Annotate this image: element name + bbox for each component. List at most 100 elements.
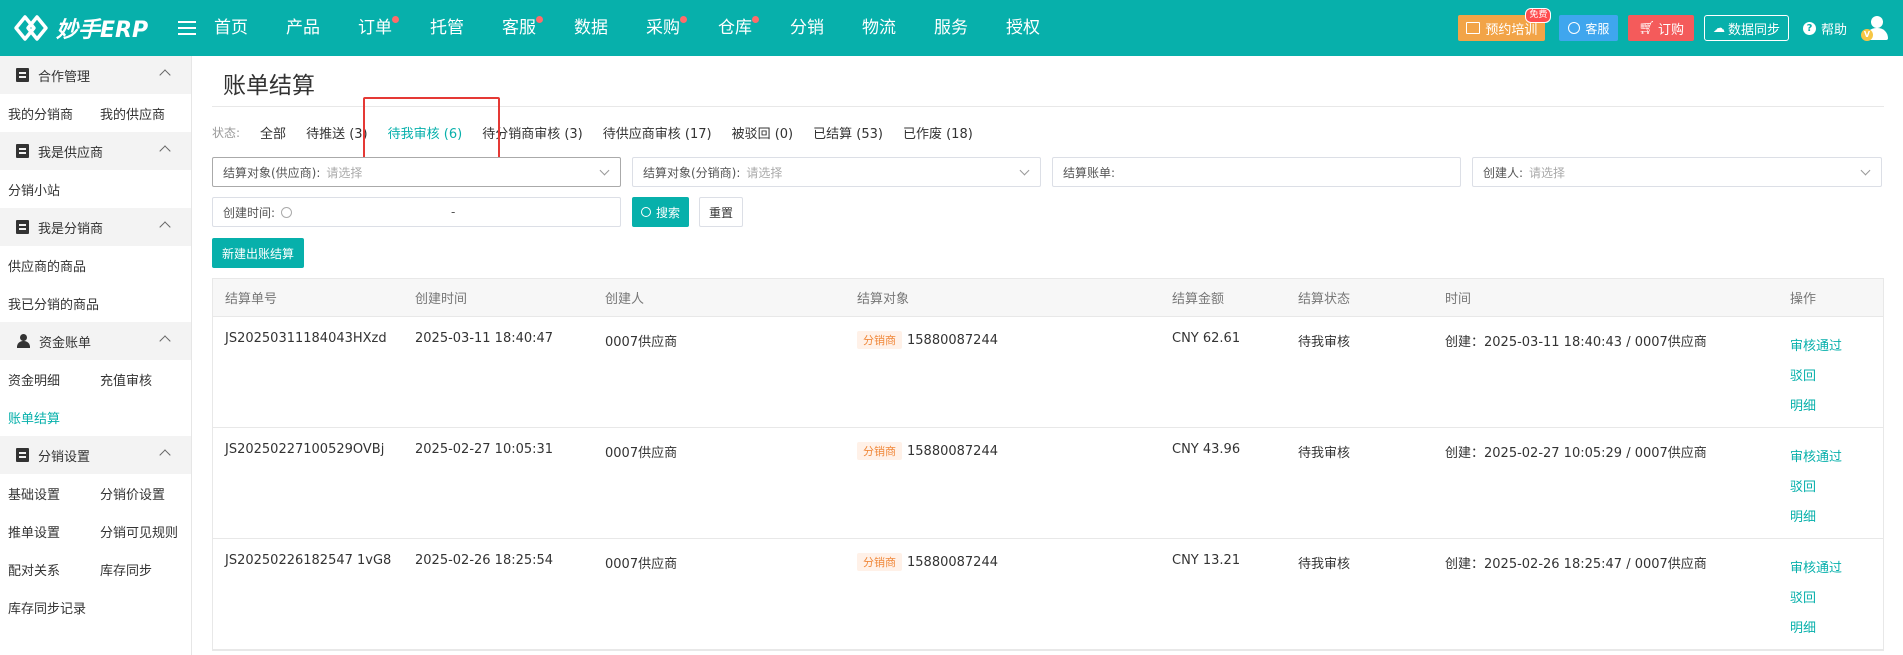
nav-item-3[interactable]: 托管	[411, 0, 483, 56]
sidebar-item-stock-sync-log[interactable]: 库存同步记录	[0, 598, 92, 617]
chevron-up-icon	[159, 69, 171, 81]
data-sync-button[interactable]: ☁ 数据同步	[1703, 15, 1789, 41]
nav-item-4[interactable]: 客服	[483, 0, 555, 56]
nav-item-label: 托管	[430, 18, 464, 38]
nav-item-10[interactable]: 服务	[915, 0, 987, 56]
status-tab-pending-supplier-review[interactable]: 待供应商审核 (17)	[603, 123, 712, 142]
cell-time: 创建：2025-02-27 10:05:29 / 0007供应商	[1445, 446, 1707, 461]
approve-link[interactable]: 审核通过	[1790, 446, 1883, 476]
sidebar-group-funds-bills[interactable]: 资金账单	[0, 322, 191, 360]
nav-item-0[interactable]: 首页	[204, 0, 267, 56]
nav-item-5[interactable]: 数据	[555, 0, 627, 56]
menu-toggle-button[interactable]	[170, 0, 204, 56]
status-tab-voided[interactable]: 已作废 (18)	[903, 123, 973, 142]
sidebar-group-cooperation[interactable]: 合作管理	[0, 56, 191, 94]
cell-bill-no: JS20250226182547 1vG8	[225, 553, 392, 568]
range-separator: -	[451, 205, 456, 219]
nav-item-6[interactable]: 采购	[627, 0, 699, 56]
app-logo[interactable]: 妙手ERP	[0, 11, 170, 45]
sidebar-item-bill-settlement[interactable]: 账单结算	[0, 408, 92, 427]
customer-service-button[interactable]: 客服	[1559, 15, 1619, 41]
approve-link[interactable]: 审核通过	[1790, 335, 1883, 365]
sidebar-item-visibility-rules[interactable]: 分销可见规则	[92, 522, 184, 541]
reject-link[interactable]: 驳回	[1790, 476, 1883, 506]
nav-item-11[interactable]: 授权	[987, 0, 1059, 56]
reject-link[interactable]: 驳回	[1790, 587, 1883, 617]
reset-button[interactable]: 重置	[699, 197, 744, 227]
sidebar-item-supplier-products[interactable]: 供应商的商品	[0, 256, 180, 275]
sidebar-item-basic-settings[interactable]: 基础设置	[0, 484, 92, 503]
training-button[interactable]: 预约培训 免费	[1458, 8, 1552, 41]
details-link[interactable]: 明细	[1790, 617, 1883, 647]
customer-service-label: 客服	[1585, 21, 1610, 36]
status-tab-pending-push[interactable]: 待推送 (3)	[306, 123, 368, 142]
help-link[interactable]: ? 帮助	[1802, 19, 1847, 38]
sidebar-item-pairing[interactable]: 配对关系	[0, 560, 92, 579]
chevron-down-icon	[1860, 165, 1871, 176]
status-tab-pending-my-review[interactable]: 待我审核 (6)	[388, 123, 463, 142]
sidebar-item-my-suppliers[interactable]: 我的供应商	[92, 104, 184, 123]
details-link[interactable]: 明细	[1790, 506, 1883, 536]
cell-creator: 0007供应商	[605, 446, 678, 461]
search-button[interactable]: 搜索	[632, 197, 690, 227]
table-row: JS20250227100529OVBj 2025-02-27 10:05:31 0…	[213, 428, 1883, 539]
order-button[interactable]: 🛒︎ 订购	[1628, 15, 1694, 41]
target-value: 15880087244	[907, 444, 998, 459]
supplier-select-placeholder: 请选择	[326, 165, 363, 180]
nav-item-1[interactable]: 产品	[267, 0, 339, 56]
sidebar-item-my-distributed-products[interactable]: 我已分销的商品	[0, 294, 180, 313]
cell-target: 分销商 15880087244	[845, 317, 1160, 427]
nav-item-7[interactable]: 仓库	[699, 0, 771, 56]
chat-icon	[1466, 22, 1481, 34]
nav-item-label: 采购	[646, 18, 680, 38]
new-settlement-button[interactable]: 新建出账结算	[212, 238, 305, 268]
reject-link[interactable]: 驳回	[1790, 365, 1883, 395]
sidebar-item-price-settings[interactable]: 分销价设置	[92, 484, 184, 503]
nav-item-9[interactable]: 物流	[843, 0, 915, 56]
sidebar-item-stock-sync[interactable]: 库存同步	[92, 560, 184, 579]
vip-icon: V	[1861, 29, 1873, 41]
column-header-amount: 结算金额	[1172, 292, 1225, 307]
sidebar-item-distribution-station[interactable]: 分销小站	[0, 180, 92, 199]
cell-status: 待我审核	[1298, 446, 1351, 461]
creator-select[interactable]: 创建人: 请选择	[1472, 157, 1882, 187]
user-avatar[interactable]: V	[1861, 14, 1889, 42]
search-button-label: 搜索	[656, 205, 681, 220]
cell-time: 创建：2025-03-11 18:40:43 / 0007供应商	[1445, 335, 1707, 350]
supplier-select[interactable]: 结算对象(供应商): 请选择	[212, 157, 621, 187]
settlement-table: 结算单号 创建时间 创建人 结算对象 结算金额 结算状态 时间 操作 JS202…	[212, 278, 1884, 651]
status-tab-rejected[interactable]: 被驳回 (0)	[732, 123, 794, 142]
status-tab-pending-distributor-review[interactable]: 待分销商审核 (3)	[482, 123, 583, 142]
sidebar-item-recharge-review[interactable]: 充值审核	[92, 370, 184, 389]
sidebar-group-i-am-supplier[interactable]: 我是供应商	[0, 132, 191, 170]
cell-target: 分销商 15880087244	[845, 428, 1160, 538]
sidebar-group-label: 我是分销商	[38, 221, 104, 237]
nav-item-label: 首页	[214, 18, 248, 38]
column-header-time: 时间	[1445, 292, 1472, 307]
sidebar-group-distribution-settings[interactable]: 分销设置	[0, 436, 191, 474]
sidebar-item-my-distributors[interactable]: 我的分销商	[0, 104, 92, 123]
nav-item-label: 产品	[286, 18, 320, 38]
details-link[interactable]: 明细	[1790, 395, 1883, 425]
sidebar-group-i-am-distributor[interactable]: 我是分销商	[0, 208, 191, 246]
distributor-tag: 分销商	[857, 442, 902, 460]
distributor-select[interactable]: 结算对象(分销商): 请选择	[632, 157, 1041, 187]
bill-number-input[interactable]: 结算账单:	[1052, 157, 1461, 187]
status-tab-settled[interactable]: 已结算 (53)	[813, 123, 883, 142]
cart-icon: 🛒︎	[1638, 20, 1655, 36]
status-tab-all[interactable]: 全部	[260, 123, 286, 142]
created-time-range-picker[interactable]: 创建时间: -	[212, 197, 621, 227]
column-header-target: 结算对象	[857, 292, 910, 307]
user-icon	[16, 334, 30, 348]
chevron-up-icon	[159, 335, 171, 347]
sidebar-item-fund-details[interactable]: 资金明细	[0, 370, 92, 389]
page-title: 账单结算	[223, 73, 315, 99]
nav-item-8[interactable]: 分销	[771, 0, 843, 56]
approve-link[interactable]: 审核通过	[1790, 557, 1883, 587]
cell-bill-no: JS20250311184043HXzd	[225, 331, 387, 346]
column-header-bill-no: 结算单号	[225, 292, 278, 307]
clipboard-icon	[16, 448, 29, 462]
logo-text: 妙手ERP	[56, 18, 149, 43]
sidebar-item-push-settings[interactable]: 推单设置	[0, 522, 92, 541]
nav-item-2[interactable]: 订单	[339, 0, 411, 56]
